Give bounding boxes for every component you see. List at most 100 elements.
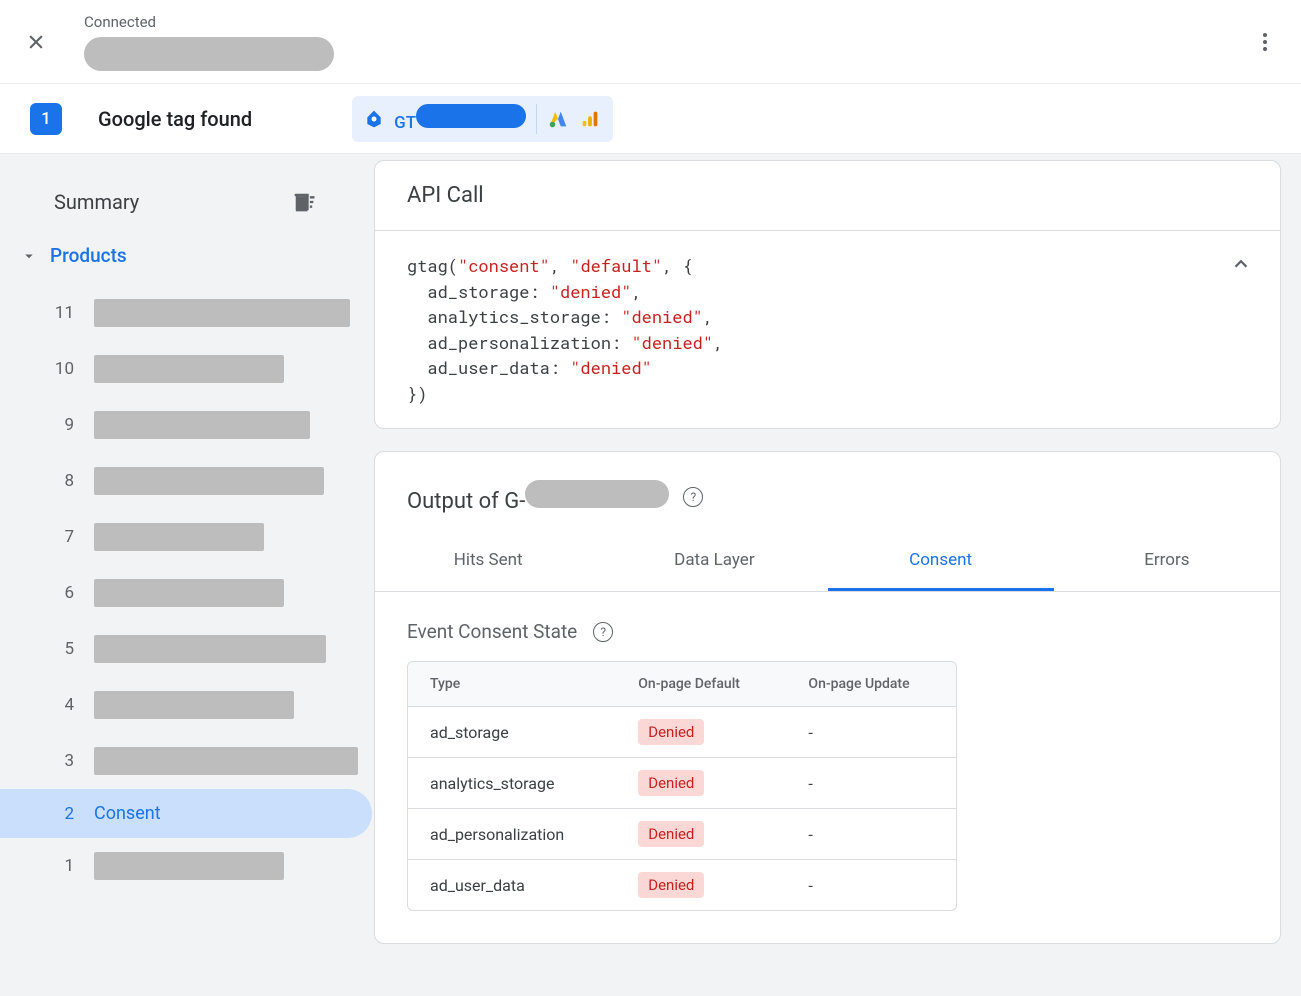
timeline-num: 5 (54, 639, 74, 659)
timeline-num: 11 (54, 303, 74, 323)
timeline-num: 7 (54, 527, 74, 547)
chip-separator (536, 104, 537, 134)
top-bar: Connected (0, 0, 1301, 84)
timeline-label: Consent (94, 803, 161, 824)
tab-data-layer[interactable]: Data Layer (601, 532, 827, 591)
output-card: Output of G- ? Hits SentData LayerConsen… (374, 451, 1281, 944)
timeline-item-10[interactable]: 10 (0, 341, 372, 397)
redacted-event-name (94, 579, 284, 607)
output-title-prefix: Output of G- (407, 489, 525, 514)
table-row: ad_storage Denied - (408, 707, 956, 758)
timeline-item-3[interactable]: 3 (0, 733, 372, 789)
consent-type-cell: ad_personalization (408, 809, 616, 860)
api-call-card: API Call gtag("consent", "default", { ad… (374, 160, 1281, 429)
redacted-event-name (94, 523, 264, 551)
consent-type-cell: analytics_storage (408, 758, 616, 809)
redacted-event-name (94, 635, 326, 663)
table-header: Type (408, 662, 616, 707)
redacted-tag-id (416, 104, 526, 128)
connection-block: Connected (84, 13, 334, 71)
consent-update-cell: - (786, 758, 956, 809)
consent-table: TypeOn-page DefaultOn-page Update ad_sto… (407, 661, 957, 911)
google-ads-icon (547, 108, 569, 130)
timeline-num: 4 (54, 695, 74, 715)
timeline-item-1[interactable]: 1 (0, 838, 372, 894)
chevron-up-icon[interactable] (1230, 253, 1252, 282)
table-header: On-page Update (786, 662, 956, 707)
output-header: Output of G- ? (375, 452, 1280, 514)
redacted-event-name (94, 355, 284, 383)
output-tabs: Hits SentData LayerConsentErrors (375, 532, 1280, 592)
products-section-header[interactable]: Products (0, 226, 372, 285)
denied-badge: Denied (638, 719, 704, 745)
tag-found-label: Google tag found (98, 107, 252, 131)
connection-status: Connected (84, 13, 334, 31)
timeline-item-8[interactable]: 8 (0, 453, 372, 509)
help-icon[interactable]: ? (683, 487, 703, 507)
tab-hits-sent[interactable]: Hits Sent (375, 532, 601, 591)
tag-chip[interactable]: GT (352, 96, 613, 142)
denied-badge: Denied (638, 872, 704, 898)
timeline-item-6[interactable]: 6 (0, 565, 372, 621)
denied-badge: Denied (638, 821, 704, 847)
consent-state-heading: Event Consent State ? (407, 620, 1248, 643)
close-icon[interactable] (24, 30, 48, 54)
table-header: On-page Default (616, 662, 786, 707)
consent-section: Event Consent State ? TypeOn-page Defaul… (375, 592, 1280, 943)
help-icon[interactable]: ? (593, 622, 613, 642)
consent-type-cell: ad_user_data (408, 860, 616, 911)
gtag-icon (364, 109, 384, 129)
redacted-url (84, 37, 334, 71)
tag-status-bar: 1 Google tag found GT (0, 84, 1301, 154)
timeline-num: 9 (54, 415, 74, 435)
summary-row[interactable]: Summary (0, 178, 372, 226)
redacted-event-name (94, 852, 284, 880)
google-analytics-icon (579, 108, 601, 130)
timeline-num: 10 (54, 359, 74, 379)
redacted-event-name (94, 411, 310, 439)
denied-badge: Denied (638, 770, 704, 796)
timeline-num: 2 (54, 804, 74, 824)
redacted-event-name (94, 467, 324, 495)
timeline-list: 11 10 9 8 7 6 5 4 3 2 Consent 1 (0, 285, 372, 894)
timeline-item-7[interactable]: 7 (0, 509, 372, 565)
timeline-num: 3 (54, 751, 74, 771)
timeline-item-11[interactable]: 11 (0, 285, 372, 341)
table-row: analytics_storage Denied - (408, 758, 956, 809)
timeline-num: 8 (54, 471, 74, 491)
caret-down-icon (20, 247, 38, 265)
consent-update-cell: - (786, 809, 956, 860)
redacted-event-name (94, 747, 358, 775)
tab-consent[interactable]: Consent (828, 532, 1054, 591)
content-area: API Call gtag("consent", "default", { ad… (372, 154, 1301, 996)
clear-all-icon[interactable] (290, 188, 318, 216)
api-call-title: API Call (375, 161, 1280, 231)
timeline-num: 6 (54, 583, 74, 603)
consent-default-cell: Denied (616, 758, 786, 809)
api-call-code: gtag("consent", "default", { ad_storage:… (375, 231, 1280, 428)
more-menu-icon[interactable] (1253, 30, 1277, 54)
tag-count-badge: 1 (30, 103, 62, 135)
redacted-event-name (94, 299, 350, 327)
redacted-measurement-id (525, 480, 669, 508)
redacted-event-name (94, 691, 294, 719)
timeline-item-2[interactable]: 2 Consent (0, 789, 372, 838)
consent-default-cell: Denied (616, 707, 786, 758)
timeline-item-4[interactable]: 4 (0, 677, 372, 733)
consent-heading-text: Event Consent State (407, 620, 577, 643)
consent-update-cell: - (786, 860, 956, 911)
sidebar: Summary Products 11 10 9 8 7 6 5 4 3 2 Consent 1 (0, 154, 372, 996)
consent-type-cell: ad_storage (408, 707, 616, 758)
timeline-item-5[interactable]: 5 (0, 621, 372, 677)
tab-errors[interactable]: Errors (1054, 532, 1280, 591)
consent-default-cell: Denied (616, 809, 786, 860)
gt-prefix: GT (394, 113, 416, 133)
timeline-num: 1 (54, 856, 74, 876)
products-label: Products (50, 244, 127, 267)
timeline-item-9[interactable]: 9 (0, 397, 372, 453)
table-row: ad_user_data Denied - (408, 860, 956, 911)
consent-update-cell: - (786, 707, 956, 758)
main-area: Summary Products 11 10 9 8 7 6 5 4 3 2 Consent 1 AP… (0, 154, 1301, 996)
summary-label: Summary (54, 190, 139, 214)
table-row: ad_personalization Denied - (408, 809, 956, 860)
